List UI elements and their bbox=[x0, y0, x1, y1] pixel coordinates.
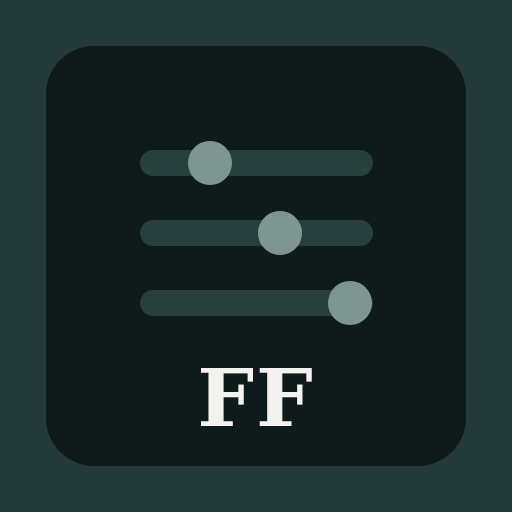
slider-knob bbox=[187, 141, 232, 185]
slider-3 bbox=[140, 281, 373, 325]
slider-1 bbox=[140, 141, 373, 185]
slider-track bbox=[140, 150, 373, 176]
slider-knob bbox=[327, 281, 372, 325]
slider-2 bbox=[140, 211, 373, 255]
app-monogram: FF bbox=[197, 351, 315, 445]
slider-knob bbox=[257, 211, 302, 255]
app-icon-tile: FF bbox=[46, 46, 466, 466]
slider-track bbox=[140, 220, 373, 246]
